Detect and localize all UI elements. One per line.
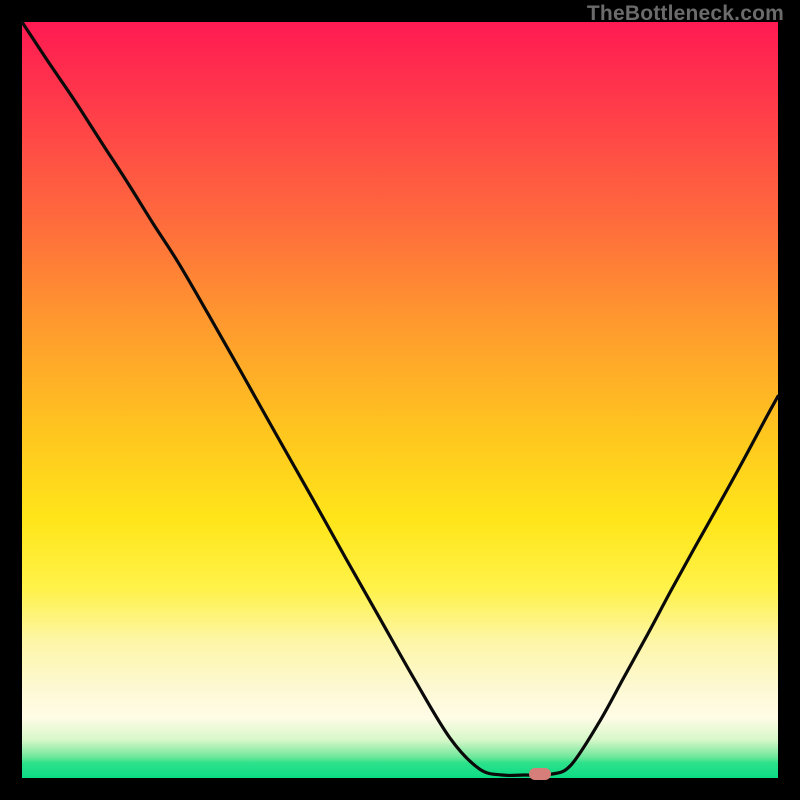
chart-plot-area <box>22 22 778 778</box>
chart-frame: TheBottleneck.com <box>0 0 800 800</box>
bottleneck-curve <box>22 22 778 778</box>
minimum-marker <box>529 768 551 780</box>
